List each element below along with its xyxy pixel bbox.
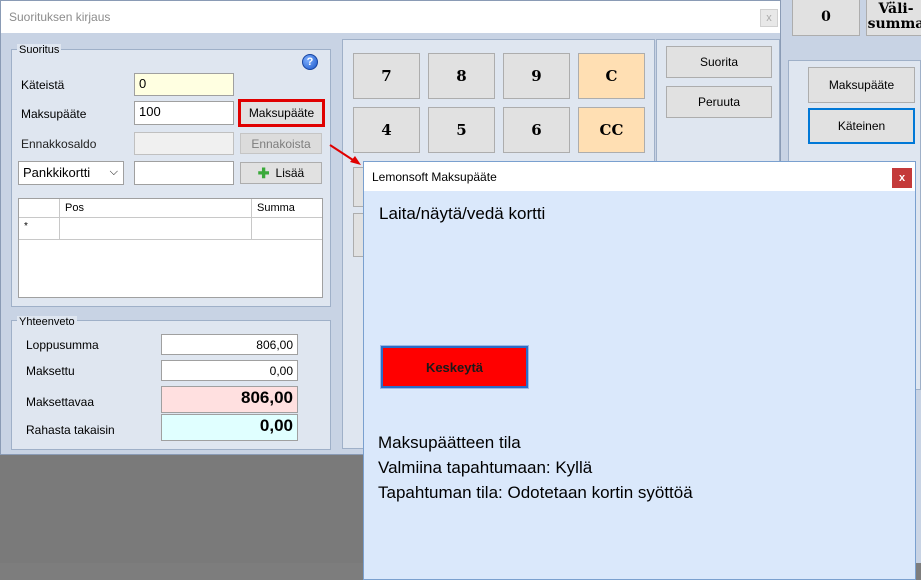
window-title: Suorituksen kirjaus: [9, 10, 111, 24]
grid-header-summa[interactable]: Summa: [252, 199, 323, 218]
grid-header-corner: [19, 199, 60, 218]
grid-new-row[interactable]: *: [19, 218, 322, 240]
card-instruction: Laita/näytä/vedä kortti: [379, 204, 546, 223]
lisaa-button[interactable]: ✚ Lisää: [240, 162, 322, 184]
maksettu-label: Maksettu: [26, 364, 75, 378]
key-8[interactable]: 8: [428, 53, 495, 99]
rahasta-takaisin-field: 0,00: [161, 414, 298, 441]
background-key-zero: 0: [792, 0, 860, 36]
payment-terminal-dialog: Lemonsoft Maksupääte x Laita/näytä/vedä …: [363, 161, 916, 580]
loppusumma-label: Loppusumma: [26, 338, 99, 352]
keskeyta-button[interactable]: Keskeytä: [380, 345, 529, 389]
help-icon[interactable]: ?: [302, 54, 318, 70]
peruuta-button[interactable]: Peruuta: [666, 86, 772, 118]
payments-grid[interactable]: Pos Summa *: [18, 198, 323, 298]
grid-cell-summa[interactable]: [252, 218, 323, 239]
dialog-titlebar: Lemonsoft Maksupääte x: [364, 162, 915, 191]
terminal-ready-status: Valmiina tapahtumaan: Kyllä: [378, 458, 593, 477]
close-icon[interactable]: x: [760, 9, 778, 27]
ennakkosaldo-label: Ennakkosaldo: [21, 137, 97, 151]
suorita-button[interactable]: Suorita: [666, 46, 772, 78]
payment-amount-input[interactable]: [134, 161, 234, 185]
yhteenveto-caption: Yhteenveto: [17, 316, 77, 328]
maksupaate-button[interactable]: Maksupääte: [238, 99, 325, 127]
rahasta-takaisin-label: Rahasta takaisin: [26, 423, 115, 437]
background-kateinen-button: Käteinen: [808, 108, 915, 144]
terminal-status-heading: Maksupäätteen tila: [378, 433, 521, 452]
background-maksupaate-button: Maksupääte: [808, 67, 915, 103]
grid-header: Pos Summa: [19, 199, 322, 218]
kateista-input[interactable]: 0: [134, 73, 234, 96]
transaction-state: Tapahtuman tila: Odotetaan kortin syöttö…: [378, 483, 693, 502]
payment-type-select[interactable]: Pankkikortti ⌵: [18, 161, 124, 185]
key-clear-all[interactable]: CC: [578, 107, 645, 153]
grid-header-pos[interactable]: Pos: [60, 199, 252, 218]
loppusumma-field: 806,00: [161, 334, 298, 355]
maksettavaa-field: 806,00: [161, 386, 298, 413]
lisaa-label: Lisää: [275, 166, 305, 180]
key-6[interactable]: 6: [503, 107, 570, 153]
window-titlebar: Suorituksen kirjaus x: [1, 1, 780, 33]
dialog-title: Lemonsoft Maksupääte: [372, 170, 497, 184]
maksupaate-input[interactable]: 100: [134, 101, 234, 125]
ennakoista-button[interactable]: Ennakoista: [240, 133, 322, 154]
background-key-valisumma: Väli- summa: [866, 0, 921, 36]
close-icon[interactable]: x: [892, 168, 912, 188]
suoritus-caption: Suoritus: [17, 44, 62, 56]
new-row-marker: *: [19, 218, 60, 239]
payment-type-value: Pankkikortti: [23, 165, 91, 180]
maksettu-field: 0,00: [161, 360, 298, 381]
key-clear[interactable]: C: [578, 53, 645, 99]
grid-cell-pos[interactable]: [60, 218, 252, 239]
chevron-down-icon: ⌵: [109, 166, 118, 178]
plus-icon: ✚: [257, 164, 270, 181]
key-5[interactable]: 5: [428, 107, 495, 153]
arrow-annotation: [329, 144, 361, 165]
ennakkosaldo-input: [134, 132, 234, 155]
key-7[interactable]: 7: [353, 53, 420, 99]
key-9[interactable]: 9: [503, 53, 570, 99]
maksettavaa-label: Maksettavaa: [26, 395, 95, 409]
kateista-label: Käteistä: [21, 78, 65, 92]
maksupaate-label: Maksupääte: [21, 107, 87, 121]
